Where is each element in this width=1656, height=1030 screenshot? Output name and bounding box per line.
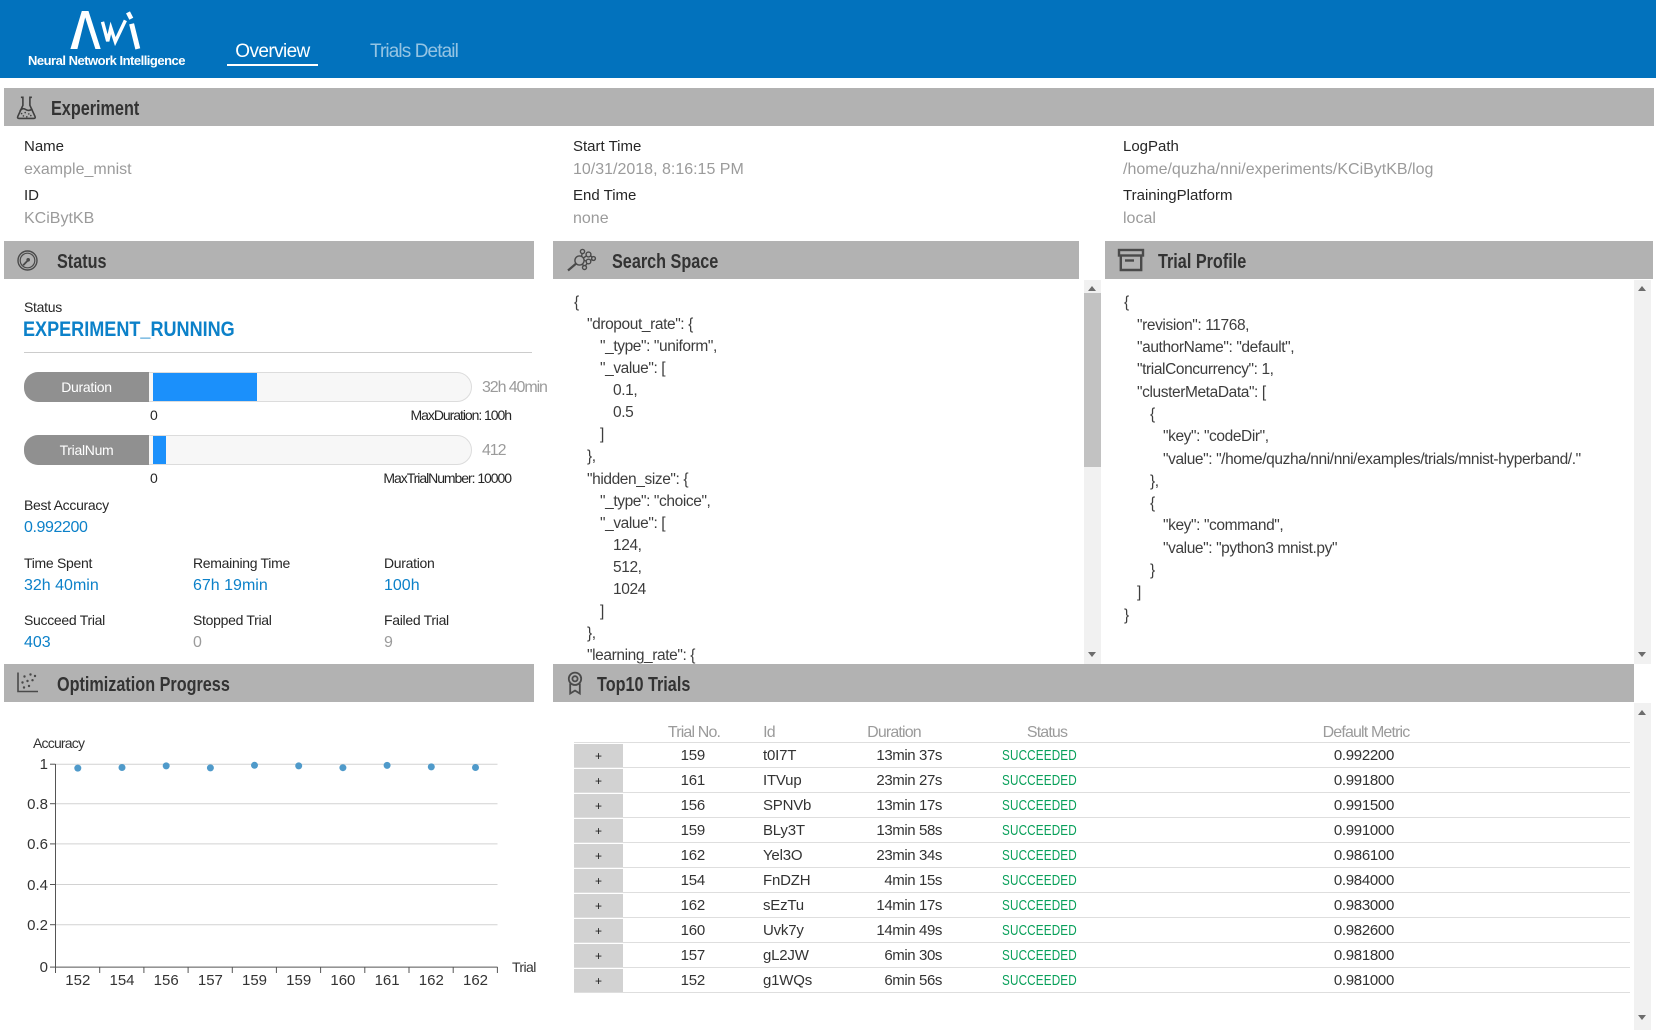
svg-text:152: 152: [65, 972, 90, 989]
svg-text:0.2: 0.2: [27, 917, 48, 934]
svg-text:156: 156: [154, 972, 179, 989]
svg-text:159: 159: [242, 972, 267, 989]
svg-text:154: 154: [109, 972, 134, 989]
svg-text:0.4: 0.4: [27, 877, 48, 894]
svg-text:0: 0: [40, 959, 48, 976]
svg-text:160: 160: [330, 972, 355, 989]
svg-text:Accuracy: Accuracy: [33, 735, 85, 751]
svg-text:162: 162: [463, 972, 488, 989]
svg-text:159: 159: [286, 972, 311, 989]
svg-text:0.8: 0.8: [27, 796, 48, 813]
svg-text:1: 1: [40, 756, 48, 773]
svg-text:157: 157: [198, 972, 223, 989]
svg-text:0.6: 0.6: [27, 836, 48, 853]
svg-text:161: 161: [375, 972, 400, 989]
svg-text:Trial: Trial: [512, 959, 536, 975]
svg-text:162: 162: [419, 972, 444, 989]
